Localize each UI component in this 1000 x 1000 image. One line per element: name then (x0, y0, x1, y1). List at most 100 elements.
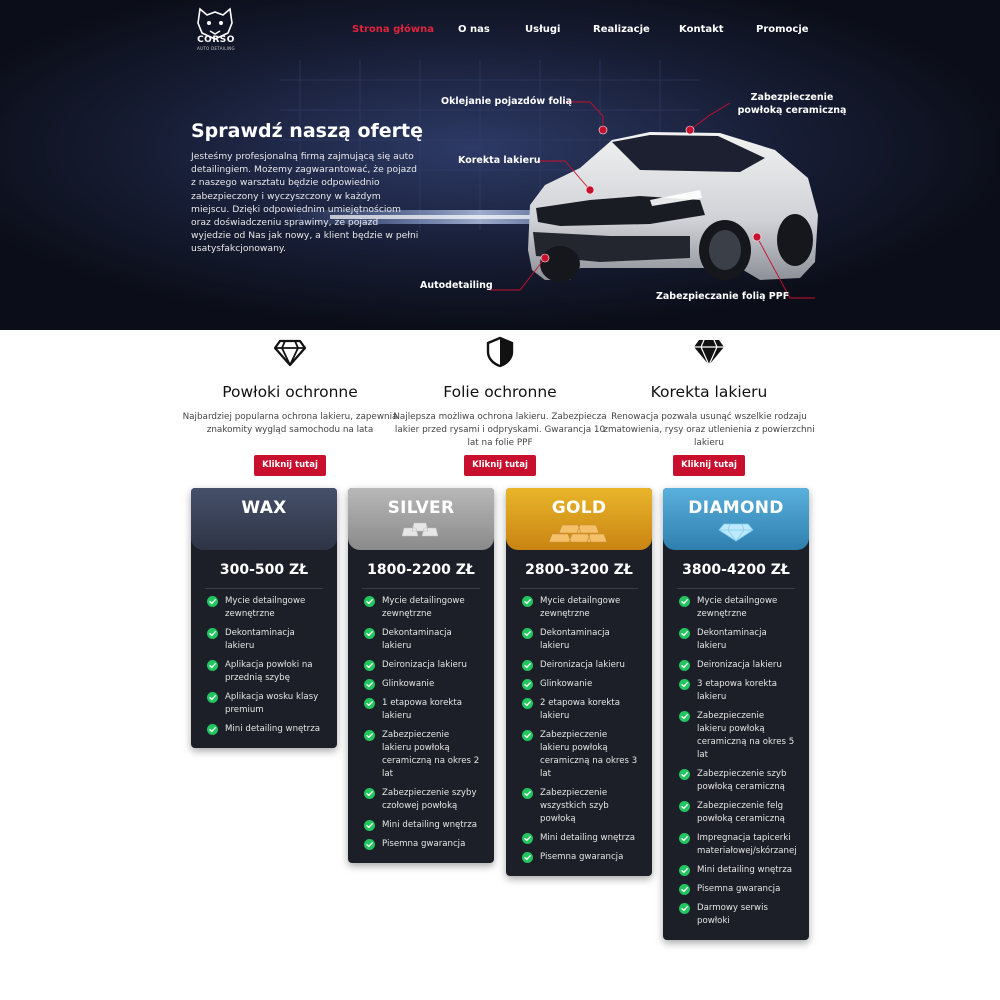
feature-text: Mini detailing wnętrza (225, 724, 320, 734)
nav-projects[interactable]: Realizacje (593, 24, 650, 35)
service-button-films[interactable]: Kliknij tutaj (464, 455, 536, 476)
plan-header: WAX (191, 488, 337, 550)
service-description: Najlepsza możliwa ochrona lakieru. Zabez… (393, 412, 607, 448)
plan-feature: Deironizacja lakieru (348, 659, 494, 672)
feature-text: 3 etapowa korekta lakieru (697, 679, 778, 702)
plan-card-gold[interactable]: GOLD 2800-3200 ZŁ Mycie detailngowe zewnęt… (506, 488, 652, 876)
divider (205, 588, 323, 589)
feature-text: Darmowy serwis powłoki (697, 903, 768, 926)
callout-ppf: Zabezpieczanie folią PPF (656, 291, 790, 302)
check-icon (679, 679, 690, 690)
diamond-crystal-icon (718, 523, 754, 542)
check-icon (364, 679, 375, 690)
feature-text: Dekontaminacja lakieru (225, 628, 295, 651)
feature-text: Deironizacja lakieru (382, 660, 467, 670)
plan-feature: Impregnacja tapicerki materiałowej/skórz… (663, 832, 809, 858)
check-icon (364, 820, 375, 831)
plan-feature: Zabezpieczenie szyb powłoką ceramiczną (663, 768, 809, 794)
check-icon (679, 769, 690, 780)
plan-feature: Zabezpieczenie szyby czołowej powłoką (348, 787, 494, 813)
service-description: Najbardziej popularna ochrona lakieru, z… (182, 412, 398, 435)
plan-name: DIAMOND (688, 498, 784, 518)
service-button-coatings[interactable]: Kliknij tutaj (254, 455, 326, 476)
service-paint-correction: Korekta lakieru Renowacja pozwala usunąć… (599, 335, 819, 450)
check-icon (364, 730, 375, 741)
feature-text: Zabezpieczenie szyby czołowej powłoką (382, 788, 477, 811)
service-button-correction[interactable]: Kliknij tutaj (673, 455, 745, 476)
divider (362, 588, 480, 589)
feature-text: Mycie detailngowe zewnętrzne (697, 596, 778, 619)
plan-feature: Darmowy serwis powłoki (663, 902, 809, 928)
plan-feature: Mycie detailngowe zewnętrzne (191, 595, 337, 621)
check-icon (522, 679, 533, 690)
feature-text: Zabezpieczenie lakieru powłoką ceramiczn… (382, 730, 480, 779)
service-title: Korekta lakieru (650, 383, 768, 401)
plan-card-silver[interactable]: SILVER 1800-2200 ZŁ Mycie detailingowe zew… (348, 488, 494, 863)
plan-feature: 3 etapowa korekta lakieru (663, 678, 809, 704)
feature-text: Deironizacja lakieru (697, 660, 782, 670)
plan-header: DIAMOND (663, 488, 809, 550)
feature-text: Glinkowanie (540, 679, 593, 689)
hero-description: Jesteśmy profesjonalną firmą zajmującą s… (191, 151, 419, 255)
plan-header: GOLD (506, 488, 652, 550)
top-navigation: CORSO AUTO DETAILING Strona główna O nas… (0, 0, 1000, 60)
check-icon (522, 788, 533, 799)
plan-feature: Zabezpieczenie lakieru powłoką ceramiczn… (663, 710, 809, 762)
plan-feature: Pisemna gwarancja (348, 838, 494, 851)
nav-contact[interactable]: Kontakt (679, 24, 724, 35)
feature-text: Mini detailing wnętrza (382, 820, 477, 830)
plan-name: SILVER (387, 498, 455, 518)
plan-price: 1800-2200 ZŁ (367, 562, 475, 578)
plan-feature: Zabezpieczenie wszystkich szyb powłoką (506, 787, 652, 826)
callout-correction: Korekta lakieru (458, 155, 541, 166)
plan-feature: Mini detailing wnętrza (506, 832, 652, 845)
check-icon (522, 660, 533, 671)
plan-name: GOLD (551, 498, 607, 518)
callout-wrap: Oklejanie pojazdów folią (441, 96, 573, 107)
check-icon (679, 903, 690, 914)
plan-feature: Dekontaminacja lakieru (663, 627, 809, 653)
plan-feature: Glinkowanie (348, 678, 494, 691)
plan-feature: 2 etapowa korekta lakieru (506, 697, 652, 723)
feature-text: Pisemna gwarancja (540, 852, 624, 862)
plan-feature: Dekontaminacja lakieru (348, 627, 494, 653)
nav-promotions[interactable]: Promocje (756, 24, 809, 35)
check-icon (679, 711, 690, 722)
hero-section: CORSO AUTO DETAILING Strona główna O nas… (0, 0, 1000, 330)
nav-home[interactable]: Strona główna (352, 24, 434, 35)
check-icon (207, 628, 218, 639)
gold-bars-icon (548, 524, 608, 543)
nav-about[interactable]: O nas (458, 24, 490, 35)
check-icon (207, 660, 218, 671)
plan-card-wax[interactable]: WAX 300-500 ZŁ Mycie detailngowe zewnętrzn… (191, 488, 337, 748)
plan-feature: 1 etapowa korekta lakieru (348, 697, 494, 723)
feature-text: Aplikacja wosku klasy premium (225, 692, 319, 715)
check-icon (364, 660, 375, 671)
divider (677, 588, 795, 589)
check-icon (364, 596, 375, 607)
check-icon (679, 596, 690, 607)
plan-feature: Aplikacja wosku klasy premium (191, 691, 337, 717)
plan-name: WAX (241, 498, 287, 518)
feature-text: Glinkowanie (382, 679, 435, 689)
service-title: Powłoki ochronne (222, 383, 358, 401)
feature-text: 1 etapowa korekta lakieru (382, 698, 463, 721)
check-icon (207, 692, 218, 703)
check-icon (679, 628, 690, 639)
feature-text: Dekontaminacja lakieru (382, 628, 452, 651)
check-icon (522, 833, 533, 844)
check-icon (207, 724, 218, 735)
silver-bars-icon (401, 522, 439, 537)
feature-text: Zabezpieczenie felg powłoką ceramiczną (697, 801, 785, 824)
feature-text: Dekontaminacja lakieru (540, 628, 610, 651)
callout-ceramic: Zabezpieczenie powłoką ceramiczną (737, 92, 847, 116)
nav-services[interactable]: Usługi (525, 24, 561, 35)
feature-text: 2 etapowa korekta lakieru (540, 698, 621, 721)
plan-feature: Mycie detailingowe zewnętrzne (348, 595, 494, 621)
plan-card-diamond[interactable]: DIAMOND 3800-4200 ZŁ Mycie detailngowe zew… (663, 488, 809, 940)
plan-feature: Zabezpieczenie felg powłoką ceramiczną (663, 800, 809, 826)
check-icon (522, 628, 533, 639)
service-title: Folie ochronne (443, 383, 557, 401)
check-icon (679, 660, 690, 671)
plan-feature: Mini detailing wnętrza (663, 864, 809, 877)
